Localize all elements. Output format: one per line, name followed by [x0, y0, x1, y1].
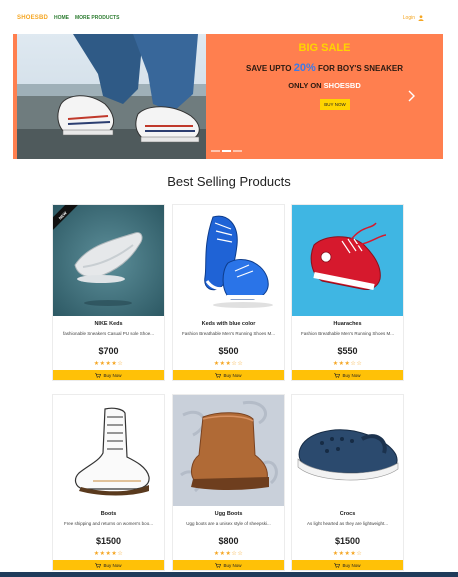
product-name: Boots — [100, 511, 117, 517]
cart-icon — [95, 562, 102, 568]
footer-strip — [0, 572, 458, 577]
nav-link-home[interactable]: HOME — [54, 15, 69, 21]
product-card[interactable]: Boots Free shipping and returns on women… — [52, 394, 165, 571]
cart-icon — [215, 562, 222, 568]
buy-now-label: Buy Now — [223, 372, 242, 378]
buy-now-label: Buy Now — [342, 562, 361, 568]
product-image-ugg-boots — [173, 395, 284, 506]
buy-now-button[interactable]: Buy Now — [173, 560, 284, 570]
promo-percent: 20% — [293, 62, 316, 74]
product-card[interactable]: Ugg Boots Ugg boots are a unisex style o… — [172, 394, 285, 571]
product-rating: ★★★★☆ — [93, 361, 124, 367]
product-name: Huaraches — [333, 321, 362, 327]
promo-offer-prefix: SAVE UPTO — [246, 64, 294, 73]
buy-now-label: Buy Now — [223, 562, 242, 568]
product-description: Free shipping and returns on women's boo… — [64, 521, 153, 526]
cart-icon — [334, 562, 341, 568]
promo-only-prefix: ONLY ON — [288, 81, 324, 90]
product-image-wrapper — [173, 395, 284, 506]
buy-now-button[interactable]: Buy Now — [292, 370, 403, 380]
product-image-wrapper — [292, 205, 403, 316]
product-description: Fashion Breathable Men's Running Shoes M… — [301, 331, 394, 336]
nav-links: HOME MORE PRODUCTS — [54, 15, 119, 21]
product-price: $1500 — [334, 536, 361, 546]
product-description: fashionable Sneakers Casual PU sole Shoe… — [62, 331, 155, 336]
login-label: Login — [402, 15, 415, 21]
buy-now-button[interactable]: Buy Now — [53, 560, 164, 570]
promo-offer-text: SAVE UPTO 20% FOR BOY'S SNEAKER — [206, 62, 443, 74]
brand-logo[interactable]: SHOESBD — [17, 15, 48, 21]
cart-icon — [215, 372, 222, 378]
product-image-wrapper: NEW — [53, 205, 164, 316]
user-icon — [418, 15, 424, 21]
carousel-dot-1[interactable] — [211, 150, 220, 152]
hero-carousel: BIG SALE SAVE UPTO 20% FOR BOY'S SNEAKER… — [13, 34, 443, 159]
product-description: Fashion Breathable Men's Running Shoes M… — [182, 331, 275, 336]
product-price: $1500 — [95, 536, 122, 546]
hero-buy-now-button[interactable]: BUY NOW — [320, 99, 350, 110]
buy-now-button[interactable]: Buy Now — [173, 370, 284, 380]
carousel-indicators — [211, 150, 242, 152]
product-image-crocs — [292, 395, 403, 506]
product-name: Keds with blue color — [201, 321, 256, 327]
chevron-right-icon[interactable] — [406, 89, 416, 103]
product-rating: ★★★☆☆ — [332, 361, 363, 367]
product-image-huaraches — [292, 205, 403, 316]
hero-sneaker-photo — [13, 34, 206, 159]
product-rating: ★★★★☆ — [93, 551, 124, 557]
product-name: Ugg Boots — [214, 511, 243, 517]
product-card[interactable]: Huaraches Fashion Breathable Men's Runni… — [291, 204, 404, 381]
buy-now-label: Buy Now — [103, 562, 122, 568]
cart-icon — [334, 372, 341, 378]
product-name: Crocs — [339, 511, 356, 517]
buy-now-button[interactable]: Buy Now — [53, 370, 164, 380]
product-name: NIKE Keds — [94, 321, 123, 327]
product-price: $500 — [218, 346, 239, 356]
nav-link-more-products[interactable]: MORE PRODUCTS — [75, 15, 119, 21]
product-rating: ★★★☆☆ — [213, 361, 244, 367]
product-image-boots — [53, 395, 164, 506]
product-rating: ★★★★☆ — [332, 551, 363, 557]
navbar: SHOESBD HOME MORE PRODUCTS Login — [0, 0, 458, 34]
section-title: Best Selling Products — [167, 174, 291, 189]
buy-now-button[interactable]: Buy Now — [292, 560, 403, 570]
product-price: $800 — [218, 536, 239, 546]
promo-offer-suffix: FOR BOY'S SNEAKER — [315, 64, 403, 73]
product-card[interactable]: NEW NIKE Keds fashionable Sneakers Casua… — [52, 204, 165, 381]
product-image-wrapper — [292, 395, 403, 506]
promo-brand: SHOESBD — [323, 81, 361, 90]
buy-now-label: Buy Now — [342, 372, 361, 378]
cart-icon — [95, 372, 102, 378]
product-price: $550 — [337, 346, 358, 356]
product-image-wrapper — [173, 205, 284, 316]
product-card[interactable]: Keds with blue color Fashion Breathable … — [172, 204, 285, 381]
product-rating: ★★★☆☆ — [213, 551, 244, 557]
product-image-nike-keds — [53, 205, 164, 316]
carousel-dot-2[interactable] — [222, 150, 231, 152]
product-description: As light hearted as they are lightweight… — [306, 521, 389, 526]
login-link[interactable]: Login — [403, 15, 424, 21]
product-image-keds-blue — [173, 205, 284, 316]
product-image-wrapper — [53, 395, 164, 506]
promo-title: BIG SALE — [298, 42, 351, 54]
buy-now-label: Buy Now — [103, 372, 122, 378]
carousel-dot-3[interactable] — [233, 150, 242, 152]
product-card[interactable]: Crocs As light hearted as they are light… — [291, 394, 404, 571]
product-description: Ugg boots are a unisex style of sheepski… — [186, 521, 271, 526]
product-price: $700 — [98, 346, 119, 356]
